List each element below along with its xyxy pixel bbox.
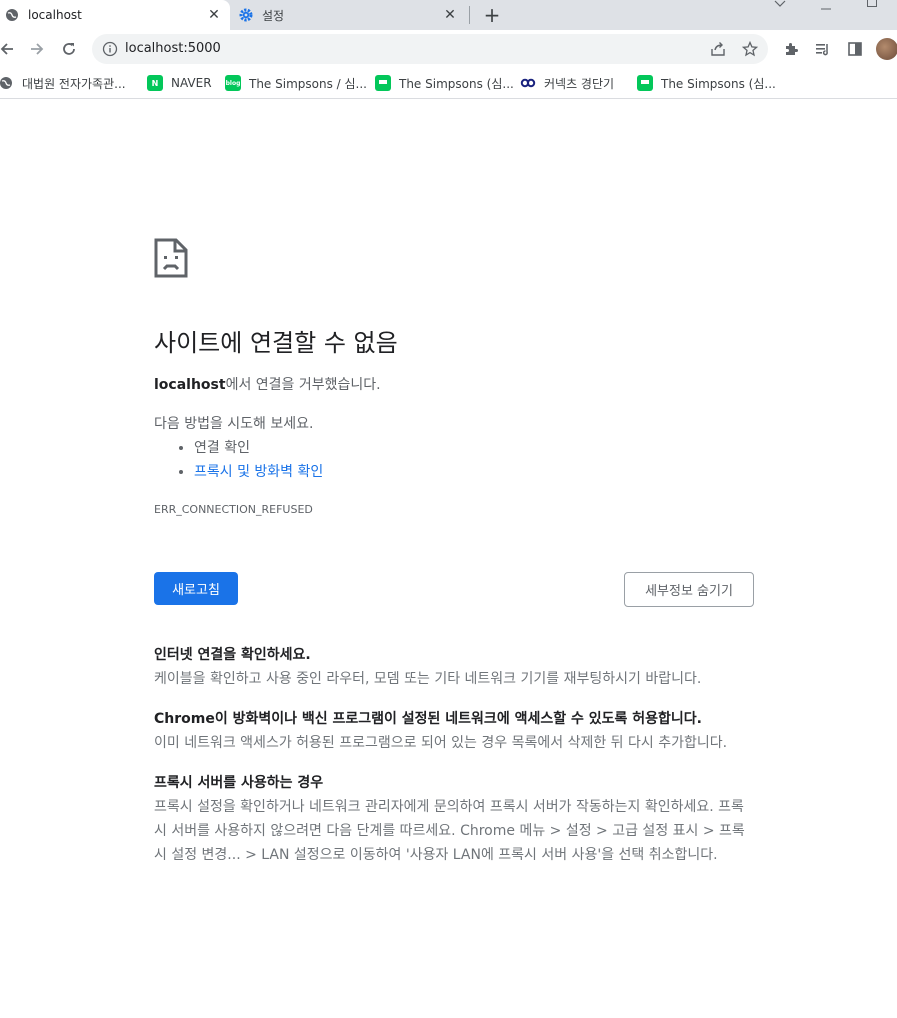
tab-title: localhost xyxy=(28,8,82,22)
detail-section: Chrome이 방화벽이나 백신 프로그램이 설정된 네트워크에 액세스할 수 … xyxy=(154,707,754,755)
maximize-icon[interactable] xyxy=(866,0,878,11)
host-name: localhost xyxy=(154,377,226,393)
error-description: localhost에서 연결을 거부했습니다. xyxy=(154,374,381,394)
gear-icon xyxy=(238,7,254,23)
extensions-icon[interactable] xyxy=(782,40,800,58)
close-icon[interactable]: ✕ xyxy=(204,5,224,25)
tab-settings[interactable]: 설정 ✕ xyxy=(234,0,466,30)
blog-icon: blog xyxy=(225,75,241,91)
detail-body: 프록시 설정을 확인하거나 네트워크 관리자에게 문의하여 프록시 서버가 작동… xyxy=(154,799,745,863)
naver-icon: N xyxy=(147,75,163,91)
detail-section: 프록시 서버를 사용하는 경우 프록시 설정을 확인하거나 네트워크 관리자에게… xyxy=(154,771,754,867)
url-text: localhost:5000 xyxy=(125,41,221,56)
detail-heading: Chrome이 방화벽이나 백신 프로그램이 설정된 네트워크에 액세스할 수 … xyxy=(154,711,702,727)
address-bar[interactable]: localhost:5000 xyxy=(92,34,768,64)
forward-button[interactable] xyxy=(26,38,48,60)
back-button[interactable] xyxy=(0,38,18,60)
bookmarks-bar: 대법원 전자가족관... N NAVER blog The Simpsons /… xyxy=(0,68,897,99)
bookmark-item[interactable]: The Simpsons (심... xyxy=(375,73,514,93)
bookmark-item[interactable]: 대법원 전자가족관... xyxy=(0,73,126,93)
bookmark-item[interactable]: N NAVER xyxy=(147,73,212,93)
suggestion-proxy-firewall: 프록시 및 방화벽 확인 xyxy=(194,460,323,484)
bookmark-label: 커넥츠 경단기 xyxy=(544,76,615,91)
sad-document-icon xyxy=(154,238,188,278)
bookmark-label: NAVER xyxy=(171,76,212,90)
connects-icon xyxy=(520,75,536,91)
bookmark-label: The Simpsons (심... xyxy=(399,76,514,91)
close-icon[interactable]: ✕ xyxy=(440,5,460,25)
media-control-icon[interactable] xyxy=(814,40,832,58)
browser-toolbar: localhost:5000 xyxy=(0,30,897,68)
detail-body: 케이블을 확인하고 사용 중인 라우터, 모뎀 또는 기타 네트워크 기기를 재… xyxy=(154,671,702,687)
try-label: 다음 방법을 시도해 보세요. xyxy=(154,416,314,432)
bookmark-label: The Simpsons (심... xyxy=(661,76,776,91)
detail-section: 인터넷 연결을 확인하세요. 케이블을 확인하고 사용 중인 라우터, 모뎀 또… xyxy=(154,643,754,691)
bookmark-item[interactable]: 커넥츠 경단기 xyxy=(520,73,614,93)
tab-separator xyxy=(469,6,470,24)
bookmark-item[interactable]: blog The Simpsons / 심... xyxy=(225,73,367,93)
suggestion-list: 연결 확인 프록시 및 방화벽 확인 xyxy=(154,436,323,484)
tab-strip: localhost ✕ 설정 ✕ + xyxy=(0,0,897,30)
new-tab-button[interactable]: + xyxy=(481,3,503,27)
globe-icon xyxy=(0,75,14,91)
tab-localhost[interactable]: localhost ✕ xyxy=(0,0,230,30)
info-icon[interactable] xyxy=(102,41,118,57)
reload-button[interactable]: 새로고침 xyxy=(154,572,238,605)
naver-talk-icon xyxy=(637,75,653,91)
detail-heading: 인터넷 연결을 확인하세요. xyxy=(154,647,311,663)
suggestion-check-connection: 연결 확인 xyxy=(194,436,323,460)
proxy-firewall-link[interactable]: 프록시 및 방화벽 확인 xyxy=(194,464,323,480)
tab-search-icon[interactable] xyxy=(774,0,786,12)
hide-details-button[interactable]: 세부정보 숨기기 xyxy=(624,572,754,607)
error-title: 사이트에 연결할 수 없음 xyxy=(154,329,398,357)
bookmark-item[interactable]: The Simpsons (심... xyxy=(637,73,776,93)
bookmark-label: 대법원 전자가족관... xyxy=(22,76,126,91)
bookmark-star-icon[interactable] xyxy=(741,40,759,58)
naver-talk-icon xyxy=(375,75,391,91)
error-details: 인터넷 연결을 확인하세요. 케이블을 확인하고 사용 중인 라우터, 모뎀 또… xyxy=(154,643,754,883)
globe-icon xyxy=(4,7,20,23)
minimize-icon[interactable] xyxy=(820,0,832,14)
detail-body: 이미 네트워크 액세스가 허용된 프로그램으로 되어 있는 경우 목록에서 삭제… xyxy=(154,735,728,751)
bookmark-label: The Simpsons / 심... xyxy=(249,76,367,91)
detail-heading: 프록시 서버를 사용하는 경우 xyxy=(154,775,324,791)
tab-title: 설정 xyxy=(262,8,285,23)
side-panel-icon[interactable] xyxy=(846,40,864,58)
desc-suffix: 에서 연결을 거부했습니다. xyxy=(225,377,381,393)
reload-icon[interactable] xyxy=(58,38,80,60)
share-icon[interactable] xyxy=(709,40,727,58)
profile-avatar[interactable] xyxy=(876,38,897,60)
error-code: ERR_CONNECTION_REFUSED xyxy=(154,503,313,516)
